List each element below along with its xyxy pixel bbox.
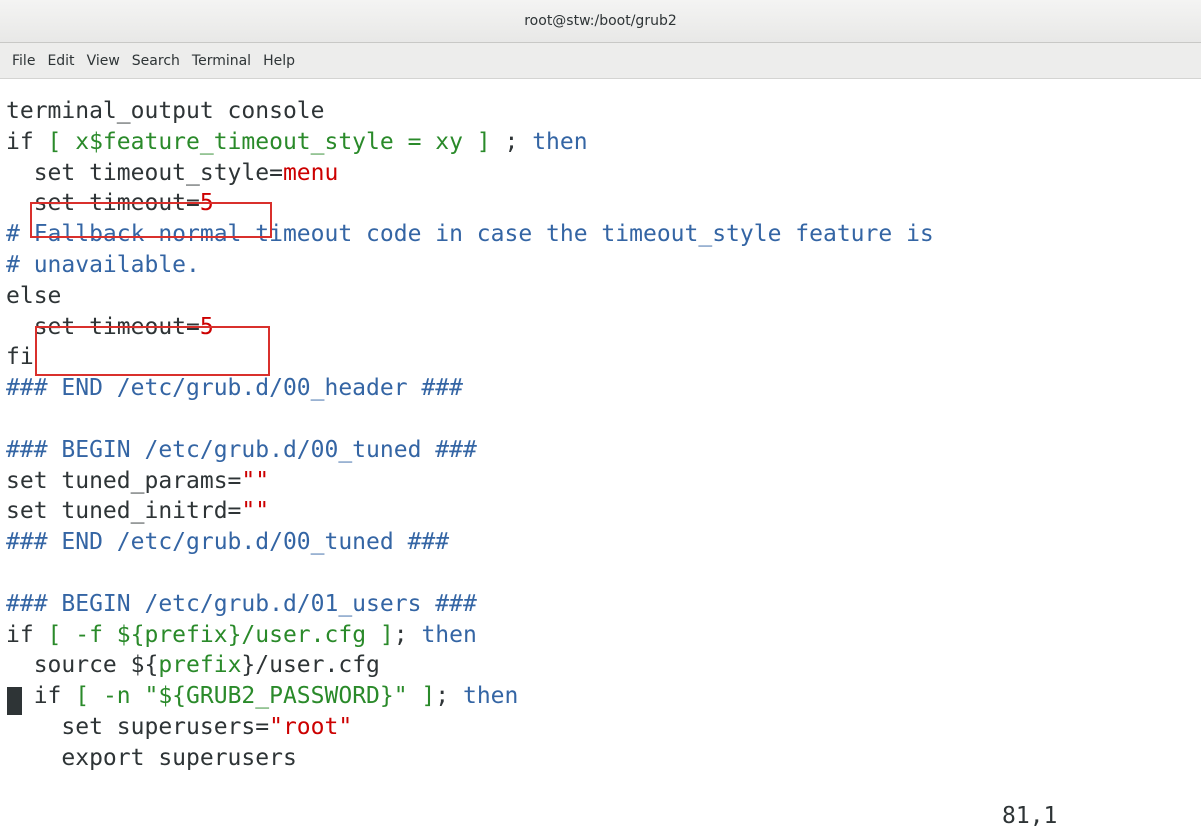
code-line: set superusers="root" [6, 712, 352, 743]
code-token: /user.cfg ] [241, 621, 394, 648]
code-line: set tuned_params="" [6, 466, 269, 497]
code-token: then [462, 683, 519, 710]
code-token: "" [241, 498, 270, 525]
menu-edit[interactable]: Edit [41, 53, 80, 69]
code-token: ### END /etc/grub.d/00_header ### [6, 375, 463, 402]
code-token: else [6, 282, 62, 309]
code-line: source ${prefix}/user.cfg [6, 650, 380, 681]
code-token: set tuned_params= [6, 467, 242, 494]
code-token: [ x$feature_timeout_style = xy ] [47, 128, 491, 155]
code-line: ### END /etc/grub.d/00_header ### [6, 373, 463, 404]
highlight-box-timeout-1 [30, 202, 272, 238]
code-line: terminal_output console [6, 96, 325, 127]
menu-search[interactable]: Search [126, 53, 186, 69]
code-token: export superusers [6, 744, 297, 771]
code-line: set timeout_style=menu [6, 158, 339, 189]
menu-terminal[interactable]: Terminal [186, 53, 257, 69]
menu-help[interactable]: Help [257, 53, 301, 69]
code-line: ### END /etc/grub.d/00_tuned ### [6, 527, 449, 558]
code-token: ${prefix} [116, 621, 242, 648]
code-token: ### BEGIN /etc/grub.d/00_tuned ### [6, 436, 477, 463]
cursor-position: 81,1 [1002, 803, 1058, 829]
menu-file[interactable]: File [6, 53, 41, 69]
code-token: terminal_output console [6, 98, 325, 124]
menu-view[interactable]: View [81, 53, 126, 69]
highlight-box-timeout-2 [35, 326, 270, 376]
code-token: "" [241, 467, 270, 494]
code-token: if [6, 128, 48, 155]
code-token: prefix [158, 652, 242, 679]
code-line: if [ -n "${GRUB2_PASSWORD}" ]; then [6, 681, 519, 712]
code-token: set tuned_initrd= [6, 498, 242, 525]
code-line: if [ -f ${prefix}/user.cfg ]; then [6, 620, 477, 651]
code-token: "root" [269, 714, 353, 740]
code-token: ; [490, 128, 533, 155]
code-line: else [6, 281, 61, 312]
code-token: [ -f [47, 621, 117, 648]
code-token: then [532, 128, 588, 155]
text-cursor [7, 687, 22, 715]
code-token: ### END /etc/grub.d/00_tuned ### [6, 529, 450, 556]
window-titlebar[interactable]: root@stw:/boot/grub2 [0, 0, 1201, 43]
code-line: export superusers [6, 743, 297, 774]
code-token: ### BEGIN /etc/grub.d/01_users ### [6, 590, 477, 617]
code-line: set tuned_initrd="" [6, 496, 269, 527]
terminal-text-area[interactable]: terminal_output console if [ x$feature_ti… [6, 96, 1196, 816]
code-line: # unavailable. [6, 250, 200, 281]
code-token: if [6, 621, 48, 648]
code-token: set timeout_style= [6, 159, 283, 186]
code-token: then [421, 621, 477, 648]
code-line: if [ x$feature_timeout_style = xy ] ; th… [6, 127, 588, 158]
code-line: fi [6, 342, 34, 373]
code-token: menu [282, 159, 339, 186]
code-token: # unavailable. [6, 252, 200, 278]
code-token: }/user.cfg [241, 652, 380, 679]
code-token: fi [6, 344, 34, 371]
code-token: source ${ [6, 652, 159, 679]
code-token: set superusers= [6, 714, 270, 740]
window-title: root@stw:/boot/grub2 [524, 13, 677, 29]
code-line: ### BEGIN /etc/grub.d/01_users ### [6, 589, 477, 620]
menu-bar: File Edit View Search Terminal Help [0, 43, 1201, 79]
code-line: ### BEGIN /etc/grub.d/00_tuned ### [6, 435, 477, 466]
code-token: ; [435, 683, 463, 710]
code-token: [ -n "${GRUB2_PASSWORD}" ] [75, 683, 436, 710]
code-token: ; [393, 621, 422, 648]
